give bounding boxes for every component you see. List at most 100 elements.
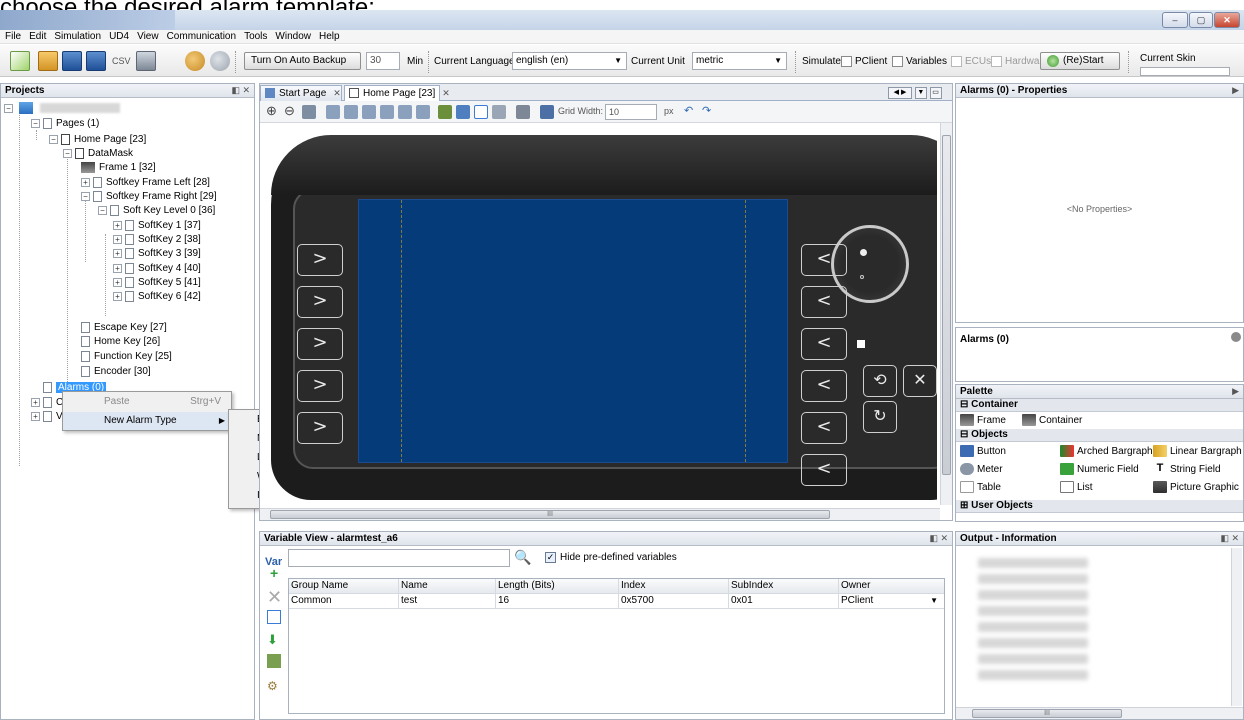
menu-file[interactable]: File — [0, 30, 24, 44]
delete-variable-icon[interactable]: ✕ — [267, 587, 282, 608]
tree-item-softkey5[interactable]: + SoftKey 5 [41] — [113, 276, 201, 290]
edit-variable-icon[interactable] — [267, 610, 281, 624]
softkey-left-4[interactable]: > — [297, 370, 343, 402]
align-middle-icon[interactable] — [398, 105, 412, 119]
unit-select[interactable]: metric ▼ — [692, 52, 787, 70]
zoom-fit-icon[interactable] — [302, 105, 316, 119]
search-icon[interactable]: 🔍 — [514, 549, 531, 566]
expand-icon[interactable]: + — [113, 248, 122, 258]
menu-tools[interactable]: Tools — [239, 30, 270, 44]
scroll-thumb[interactable] — [942, 135, 951, 475]
palette-item-linear-bargraph[interactable]: Linear Bargraph — [1153, 445, 1242, 458]
expand-icon[interactable]: + — [113, 263, 122, 273]
menu-window[interactable]: Window — [270, 30, 314, 44]
column-header[interactable]: SubIndex — [729, 579, 839, 594]
align-top-icon[interactable] — [380, 105, 394, 119]
menu-ud4[interactable]: UD4 — [104, 30, 132, 44]
table-cell[interactable]: 0x5700 — [619, 594, 729, 609]
menu-communication[interactable]: Communication — [162, 30, 239, 44]
grid-toggle-icon[interactable] — [474, 105, 488, 119]
column-header[interactable]: Index — [619, 579, 729, 594]
palette-item-arched-bargraph[interactable]: Arched Bargraph — [1060, 445, 1153, 458]
hide-predefined-checkbox[interactable]: ✓ — [545, 552, 556, 563]
tree-item-softkey6[interactable]: + SoftKey 6 [42] — [113, 290, 201, 304]
table-cell[interactable]: 0x01 — [729, 594, 839, 609]
paste-menu-item[interactable]: Paste Strg+V — [63, 393, 231, 411]
expand-icon[interactable]: + — [113, 234, 122, 244]
undo-icon[interactable] — [185, 51, 205, 71]
softkey-left-2[interactable]: > — [297, 286, 343, 318]
ecus-checkbox[interactable] — [951, 56, 962, 67]
grid-width-input[interactable]: 10 — [605, 104, 657, 120]
grid-icon[interactable] — [540, 105, 554, 119]
align-bottom-icon[interactable] — [416, 105, 430, 119]
home-key-icon[interactable]: ✕ — [903, 365, 937, 397]
tab-nav-controls[interactable]: ◀ ▶ ▼ ▭ — [888, 86, 944, 99]
new-project-icon[interactable] — [10, 51, 30, 71]
restart-button[interactable]: (Re)Start — [1040, 52, 1120, 70]
palette-item-numeric-field[interactable]: Numeric Field — [1060, 463, 1139, 476]
softkey-left-1[interactable]: > — [297, 244, 343, 276]
expand-icon[interactable]: + — [113, 277, 122, 287]
tab-list-icon[interactable]: ▼ — [914, 87, 927, 99]
backup-minutes-input[interactable]: 30 — [366, 52, 400, 70]
tree-root[interactable]: − — [4, 102, 120, 116]
auto-backup-button[interactable]: Turn On Auto Backup — [244, 52, 361, 70]
expand-icon[interactable]: + — [31, 411, 40, 421]
column-header[interactable]: Name — [399, 579, 496, 594]
panel-controls-icon[interactable]: ◧ ✕ — [929, 532, 948, 545]
palette-section-container[interactable]: ⊟ Container — [956, 399, 1243, 412]
softkey-right-2[interactable]: < — [801, 286, 847, 318]
maximize-editor-icon[interactable]: ▭ — [929, 87, 942, 99]
minimize-button[interactable]: – — [1162, 12, 1188, 28]
add-variable-icon[interactable]: + — [270, 565, 278, 581]
tree-item-softkey-level0[interactable]: − Soft Key Level 0 [36] — [98, 204, 215, 218]
table-cell[interactable]: 16 — [496, 594, 619, 609]
palette-section-user-objects[interactable]: ⊞ User Objects — [956, 500, 1243, 513]
expand-icon[interactable]: + — [81, 177, 90, 187]
collapse-icon[interactable]: − — [4, 103, 13, 113]
expand-icon[interactable]: + — [113, 220, 122, 230]
design-canvas[interactable]: ⟲ ✕ ↻ > > > > > < < < < < < — [263, 125, 937, 505]
tree-item-softkey-frame-left[interactable]: + Softkey Frame Left [28] — [81, 176, 210, 190]
panel-menu-icon[interactable]: ▶ — [1232, 84, 1239, 97]
tree-item-frame1[interactable]: Frame 1 [32] — [81, 161, 156, 175]
collapse-icon[interactable]: − — [81, 191, 90, 201]
table-cell[interactable]: Common — [289, 594, 399, 609]
tab-home-page[interactable]: Home Page [23] ✕ — [344, 85, 450, 101]
palette-item-string-field[interactable]: T String Field — [1153, 463, 1221, 476]
tab-scroll-icon[interactable]: ◀ ▶ — [888, 87, 912, 99]
expand-icon[interactable]: + — [31, 397, 40, 407]
zoom-out-icon[interactable]: ⊖ — [284, 104, 298, 119]
editor-vertical-scrollbar[interactable] — [940, 123, 952, 505]
open-folder-icon[interactable] — [38, 51, 58, 71]
tree-item-home-key[interactable]: Home Key [26] — [81, 335, 160, 349]
column-header[interactable]: Owner — [839, 579, 944, 594]
align-right-icon[interactable] — [362, 105, 376, 119]
menu-edit[interactable]: Edit — [24, 30, 49, 44]
output-vertical-scrollbar[interactable] — [1231, 548, 1242, 706]
softkey-left-3[interactable]: > — [297, 328, 343, 360]
palette-item-list[interactable]: List — [1060, 481, 1093, 494]
tree-item-pages[interactable]: − Pages (1) — [31, 117, 99, 131]
softkey-right-3[interactable]: < — [801, 328, 847, 360]
softkey-left-5[interactable]: > — [297, 412, 343, 444]
tree-item-softkey4[interactable]: + SoftKey 4 [40] — [113, 262, 201, 276]
owner-select[interactable]: PClient ▼ — [839, 594, 944, 609]
undo-icon[interactable]: ↶ — [684, 105, 698, 119]
tree-item-encoder[interactable]: Encoder [30] — [81, 365, 151, 379]
maximize-button[interactable]: ▢ — [1189, 12, 1213, 28]
softkey-right-5[interactable]: < — [801, 412, 847, 444]
scroll-thumb[interactable]: III — [270, 510, 830, 519]
softkey-right-1[interactable]: < — [801, 244, 847, 276]
close-tab-icon[interactable]: ✕ — [333, 88, 341, 98]
output-horizontal-scrollbar[interactable]: III — [956, 707, 1243, 719]
softkey-right-6[interactable]: < — [801, 454, 847, 486]
menu-help[interactable]: Help — [314, 30, 343, 44]
tab-start-page[interactable]: Start Page ✕ — [260, 85, 342, 101]
collapse-icon[interactable]: − — [63, 148, 72, 158]
skin-select[interactable] — [1140, 67, 1230, 76]
distribute-icon[interactable] — [438, 105, 452, 119]
editor-horizontal-scrollbar[interactable]: III — [260, 508, 940, 520]
collapse-icon[interactable]: − — [31, 118, 40, 128]
